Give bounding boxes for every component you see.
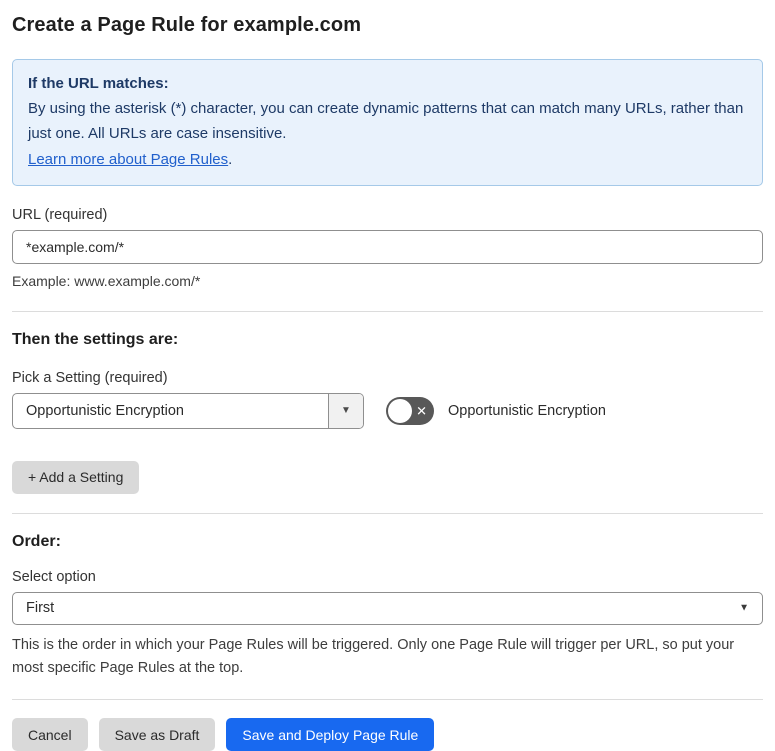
url-matches-info-box: If the URL matches: By using the asteris… <box>12 59 763 186</box>
cancel-button[interactable]: Cancel <box>12 718 88 751</box>
url-example-helper: Example: www.example.com/* <box>12 272 201 289</box>
footer-actions: Cancel Save as Draft Save and Deploy Pag… <box>12 718 763 751</box>
order-select[interactable]: First ▼ <box>12 591 763 625</box>
learn-more-link[interactable]: Learn more about Page Rules <box>28 151 228 168</box>
pick-setting-label: Pick a Setting (required) <box>12 369 168 386</box>
opportunistic-encryption-toggle-wrap: ✕ Opportunistic Encryption <box>386 396 606 425</box>
toggle-label: Opportunistic Encryption <box>448 402 606 419</box>
add-setting-button[interactable]: + Add a Setting <box>12 460 140 494</box>
page-title: Create a Page Rule for example.com <box>12 14 362 36</box>
settings-section-heading: Then the settings are: <box>12 330 179 348</box>
order-helper-text: This is the order in which your Page Rul… <box>12 636 735 676</box>
info-box-body: By using the asterisk (*) character, you… <box>28 100 744 143</box>
opportunistic-encryption-toggle[interactable]: ✕ <box>386 396 434 425</box>
toggle-knob <box>388 398 412 423</box>
divider <box>12 699 763 701</box>
chevron-down-icon: ▼ <box>739 602 749 614</box>
url-field-label: URL (required) <box>12 206 108 223</box>
setting-dropdown[interactable]: Opportunistic Encryption ▼ <box>12 392 364 429</box>
chevron-down-icon: ▼ <box>341 405 351 417</box>
create-page-rule-form: Create a Page Rule for example.com If th… <box>0 0 775 751</box>
save-as-draft-button[interactable]: Save as Draft <box>98 718 216 751</box>
link-suffix: . <box>228 150 233 168</box>
divider <box>12 310 763 312</box>
info-box-heading: If the URL matches: <box>28 75 169 92</box>
toggle-off-x-icon: ✕ <box>416 403 427 419</box>
setting-dropdown-value: Opportunistic Encryption <box>26 402 184 419</box>
order-section-heading: Order: <box>12 532 61 550</box>
url-input[interactable] <box>12 229 763 264</box>
order-select-label: Select option <box>12 568 96 585</box>
order-select-value: First <box>26 600 55 617</box>
info-box-link-row: Learn more about Page Rules. <box>28 147 747 172</box>
save-and-deploy-button[interactable]: Save and Deploy Page Rule <box>226 718 435 751</box>
setting-row: Opportunistic Encryption ▼ ✕ Opportunist… <box>12 392 763 429</box>
setting-dropdown-arrow-button[interactable]: ▼ <box>328 393 363 428</box>
divider <box>12 512 763 514</box>
